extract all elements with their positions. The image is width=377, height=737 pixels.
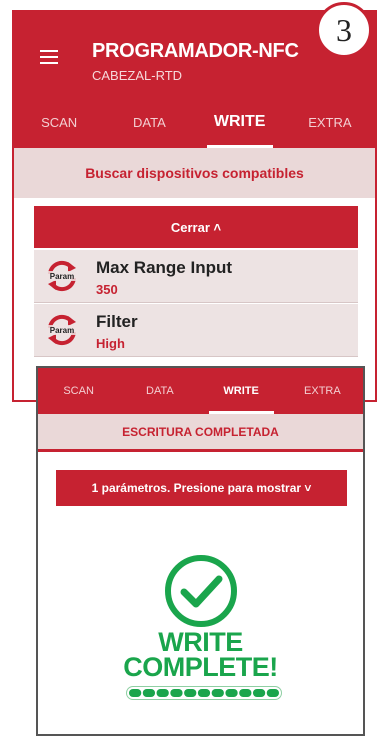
param-name: Max Range Input <box>96 258 233 277</box>
list-item[interactable]: Param Max Range Input 350 <box>34 250 358 303</box>
tab-extra[interactable]: EXTRA <box>285 96 375 148</box>
show-params-button[interactable]: 1 parámetros. Presione para mostrar ˅ <box>56 470 347 506</box>
param-value: 350 <box>96 282 118 297</box>
check-circle-icon <box>165 555 237 627</box>
tab-bar: SCAN DATA WRITE EXTRA <box>14 96 375 148</box>
app-screen-main: PROGRAMADOR-NFC CABEZAL-RTD SCAN DATA WR… <box>12 10 377 402</box>
param-badge: Param <box>50 326 74 335</box>
param-name: Filter <box>96 312 138 331</box>
tab-scan[interactable]: SCAN <box>14 96 104 148</box>
param-badge: Param <box>50 272 74 281</box>
progress-segment <box>252 689 266 697</box>
progress-segment <box>142 689 156 697</box>
progress-segment <box>225 689 238 697</box>
app-subtitle: CABEZAL-RTD <box>92 68 183 83</box>
progress-segment <box>197 689 211 697</box>
step-number-badge: 3 <box>316 2 372 58</box>
progress-segment <box>211 689 224 697</box>
progress-segment <box>266 689 279 697</box>
tab-scan[interactable]: SCAN <box>38 368 119 414</box>
close-panel-button[interactable]: Cerrar ˄ <box>34 206 358 248</box>
progress-segment <box>184 689 197 697</box>
write-complete-label: WRITE COMPLETE! <box>38 629 363 682</box>
tab-write[interactable]: WRITE <box>195 96 285 148</box>
progress-segment <box>239 689 252 697</box>
list-item[interactable]: Param Filter High <box>34 304 358 357</box>
app-title: PROGRAMADOR-NFC <box>92 40 299 62</box>
tab-extra[interactable]: EXTRA <box>282 368 363 414</box>
progress-bar <box>126 686 282 700</box>
tab-write[interactable]: WRITE <box>201 368 282 414</box>
write-status-banner: ESCRITURA COMPLETADA <box>38 414 363 452</box>
tab-data[interactable]: DATA <box>104 96 194 148</box>
progress-segment <box>129 689 142 697</box>
param-value: High <box>96 336 125 351</box>
tab-data[interactable]: DATA <box>119 368 200 414</box>
progress-segment <box>170 689 183 697</box>
scan-devices-button[interactable]: Buscar dispositivos compatibles <box>14 148 375 198</box>
param-sync-icon: Param <box>46 260 78 292</box>
menu-icon[interactable] <box>40 50 58 64</box>
tab-bar: SCAN DATA WRITE EXTRA <box>38 368 363 414</box>
write-complete-screen: SCAN DATA WRITE EXTRA ESCRITURA COMPLETA… <box>36 366 365 736</box>
param-sync-icon: Param <box>46 314 78 346</box>
progress-segment <box>156 689 169 697</box>
complete-line-2: COMPLETE! <box>123 652 278 682</box>
